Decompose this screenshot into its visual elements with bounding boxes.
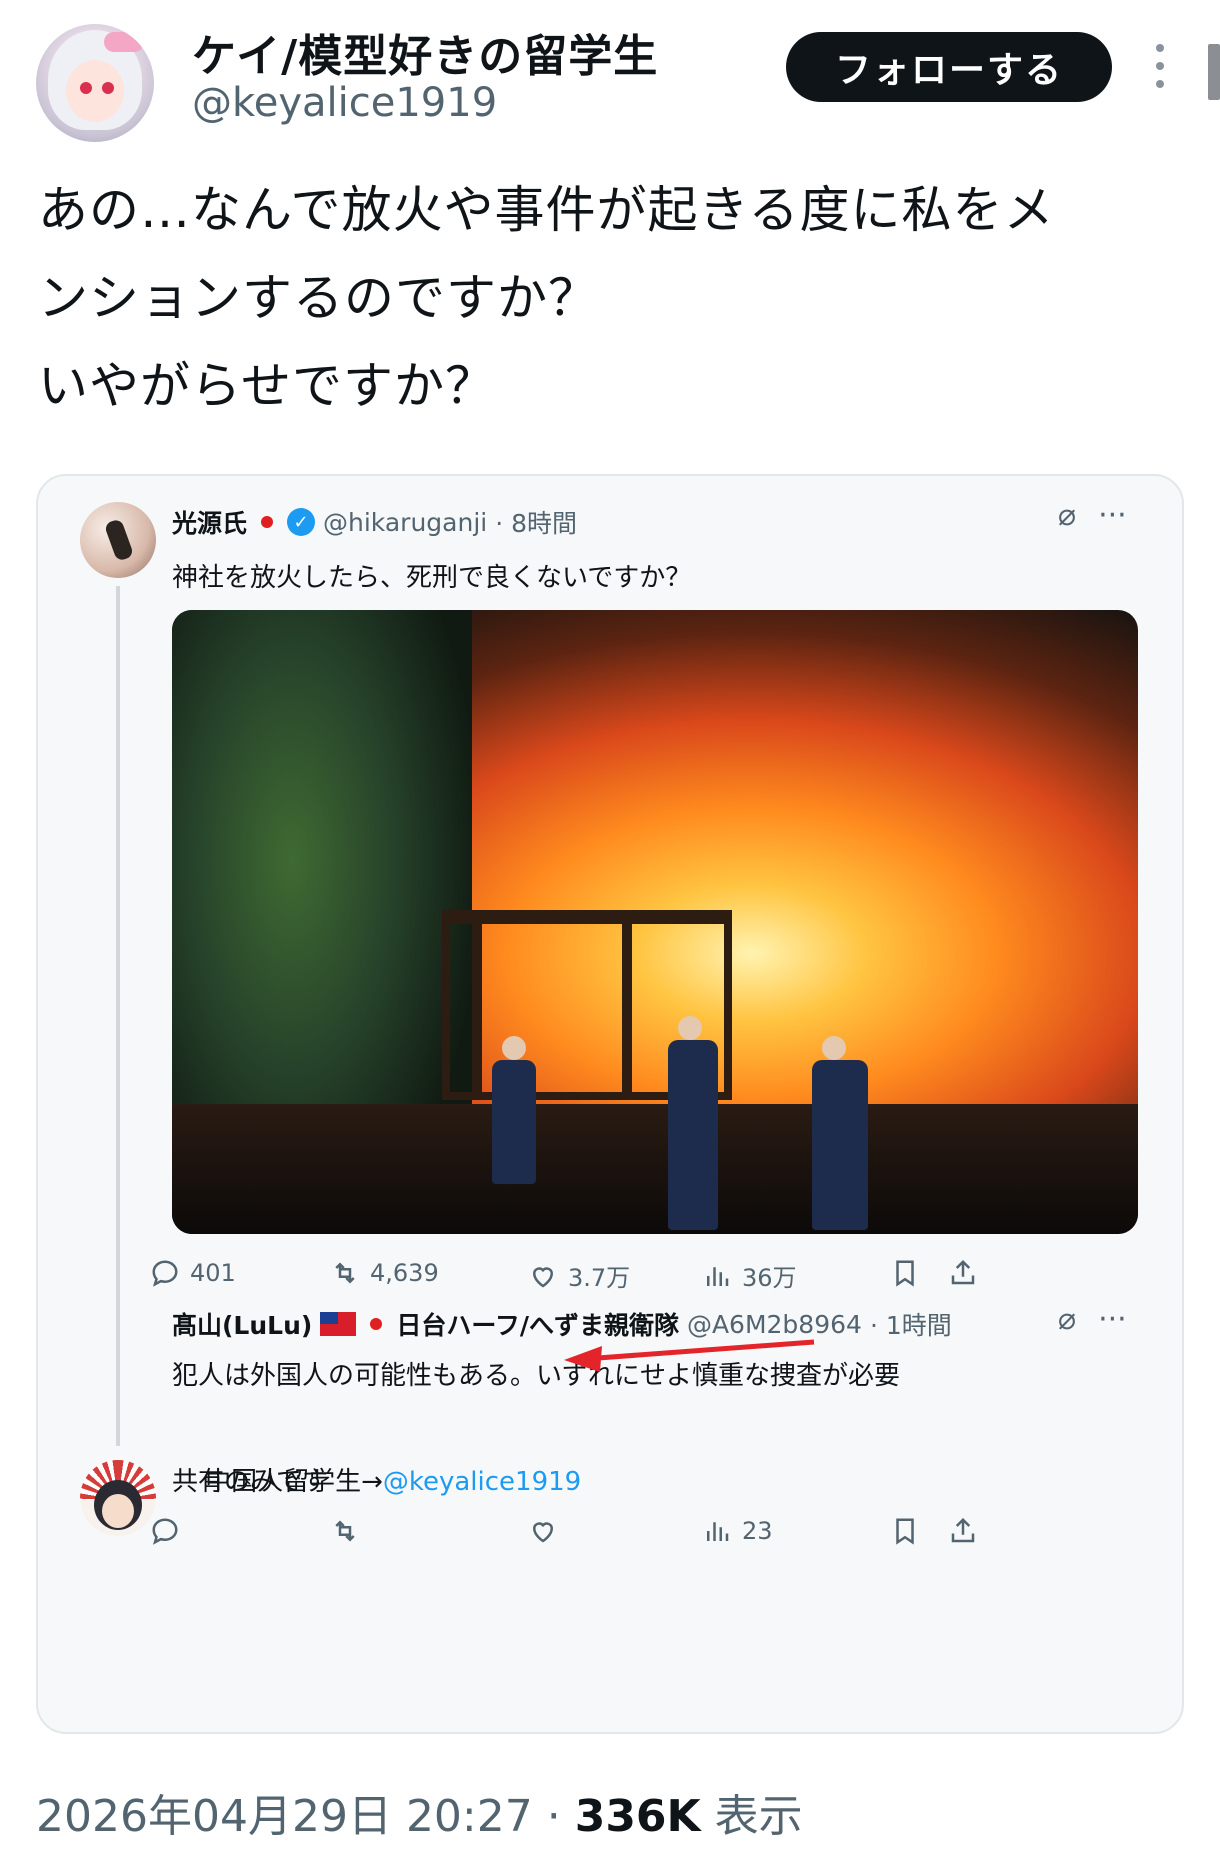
author-avatar[interactable] <box>36 24 154 142</box>
retweet-button[interactable]: 4,639 <box>330 1258 439 1288</box>
verified-badge-icon: ✓ <box>287 508 316 536</box>
tweet-text: あの…なんで放火や事件が起きる度に私をメ ンションするのですか？ いやがらせです… <box>38 181 1055 415</box>
more-options-icon[interactable] <box>1150 44 1170 88</box>
thread-connector-line <box>116 586 120 1446</box>
retweet-button[interactable] <box>330 1516 360 1546</box>
quote2-time: · 1時間 <box>869 1311 952 1340</box>
quote1-handle[interactable]: @hikaruganji <box>323 508 487 537</box>
timestamp[interactable]: 2026年04月29日 20:27 · <box>36 1791 575 1842</box>
taiwan-flag-icon <box>320 1312 357 1336</box>
grok-icon[interactable]: ⌀ <box>1058 498 1076 533</box>
share-button[interactable] <box>948 1258 978 1288</box>
grok-icon[interactable]: ⌀ <box>1058 1302 1076 1337</box>
bookmark-icon <box>896 1518 914 1545</box>
tweet-header: ケイ/模型好きの留学生 @keyalice1919 フォローする <box>0 0 1220 142</box>
retweet-icon <box>335 1262 355 1284</box>
retweet-icon <box>335 1520 355 1542</box>
red-arrow-annotation <box>564 1339 815 1372</box>
follow-button[interactable]: フォローする <box>786 32 1112 102</box>
quote2-avatar[interactable] <box>80 1460 156 1536</box>
views-icon <box>707 1522 729 1541</box>
reply-button[interactable] <box>150 1516 180 1546</box>
quote1-top-icons: ⌀ ··· <box>1058 498 1127 533</box>
retweet-count: 4,639 <box>370 1259 439 1287</box>
views-label: 表示 <box>700 1791 803 1842</box>
author-handle[interactable]: @keyalice1919 <box>192 80 497 126</box>
quote2-actions: 23 <box>150 1516 1150 1556</box>
share-icon <box>951 1517 975 1543</box>
views-icon <box>707 1266 729 1286</box>
heart-icon <box>532 1266 554 1287</box>
scrollbar[interactable] <box>1208 44 1220 100</box>
quote2-text-line3: 共有のみです <box>172 1467 329 1497</box>
quoted-thread-card[interactable]: 光源氏 ✓ @hikaruganji · 8時間 ⌀ ··· 神社を放火したら、… <box>36 474 1184 1734</box>
quote1-actions: 401 4,639 3.7万 36万 <box>150 1258 1150 1298</box>
reply-icon <box>152 1260 178 1287</box>
quote2-name-part1[interactable]: 髙山(LuLu) <box>172 1306 312 1342</box>
quote1-text: 神社を放火したら、死刑で良くないですか？ <box>172 563 692 593</box>
japan-flag-icon <box>261 516 274 528</box>
quote1-name[interactable]: 光源氏 <box>172 504 247 540</box>
quote1-time: · 8時間 <box>495 509 578 538</box>
tweet-footer: 2026年04月29日 20:27 · 336K 表示 <box>36 1780 803 1844</box>
like-count: 3.7万 <box>568 1264 631 1292</box>
heart-icon <box>532 1522 554 1543</box>
view-count: 336K <box>574 1791 701 1842</box>
share-button[interactable] <box>948 1516 978 1546</box>
reply-icon <box>152 1518 178 1545</box>
quote1-meta: 光源氏 ✓ @hikaruganji · 8時間 <box>172 504 577 540</box>
like-button[interactable]: 3.7万 <box>528 1258 630 1293</box>
fire-photo[interactable] <box>172 610 1138 1234</box>
author-display-name[interactable]: ケイ/模型好きの留学生 <box>192 20 658 84</box>
quote1-avatar[interactable] <box>80 502 156 578</box>
japan-flag-icon <box>370 1318 383 1330</box>
quote2-handle[interactable]: @A6M2b8964 <box>687 1310 862 1339</box>
views-button[interactable]: 23 <box>702 1516 773 1546</box>
mention-link[interactable]: @keyalice1919 <box>383 1467 581 1497</box>
share-icon <box>951 1259 975 1285</box>
reply-button[interactable]: 401 <box>150 1258 236 1288</box>
reply-count: 401 <box>190 1259 236 1287</box>
views-button[interactable]: 36万 <box>702 1258 797 1293</box>
views-count: 23 <box>742 1517 773 1545</box>
quote2-top-icons: ⌀ ··· <box>1058 1302 1127 1337</box>
views-count: 36万 <box>742 1264 797 1292</box>
bookmark-button[interactable] <box>890 1258 920 1288</box>
bookmark-button[interactable] <box>890 1516 920 1546</box>
like-button[interactable] <box>528 1516 558 1546</box>
more-options-icon[interactable]: ··· <box>1098 1302 1127 1337</box>
bookmark-icon <box>896 1260 914 1287</box>
more-options-icon[interactable]: ··· <box>1098 498 1127 533</box>
